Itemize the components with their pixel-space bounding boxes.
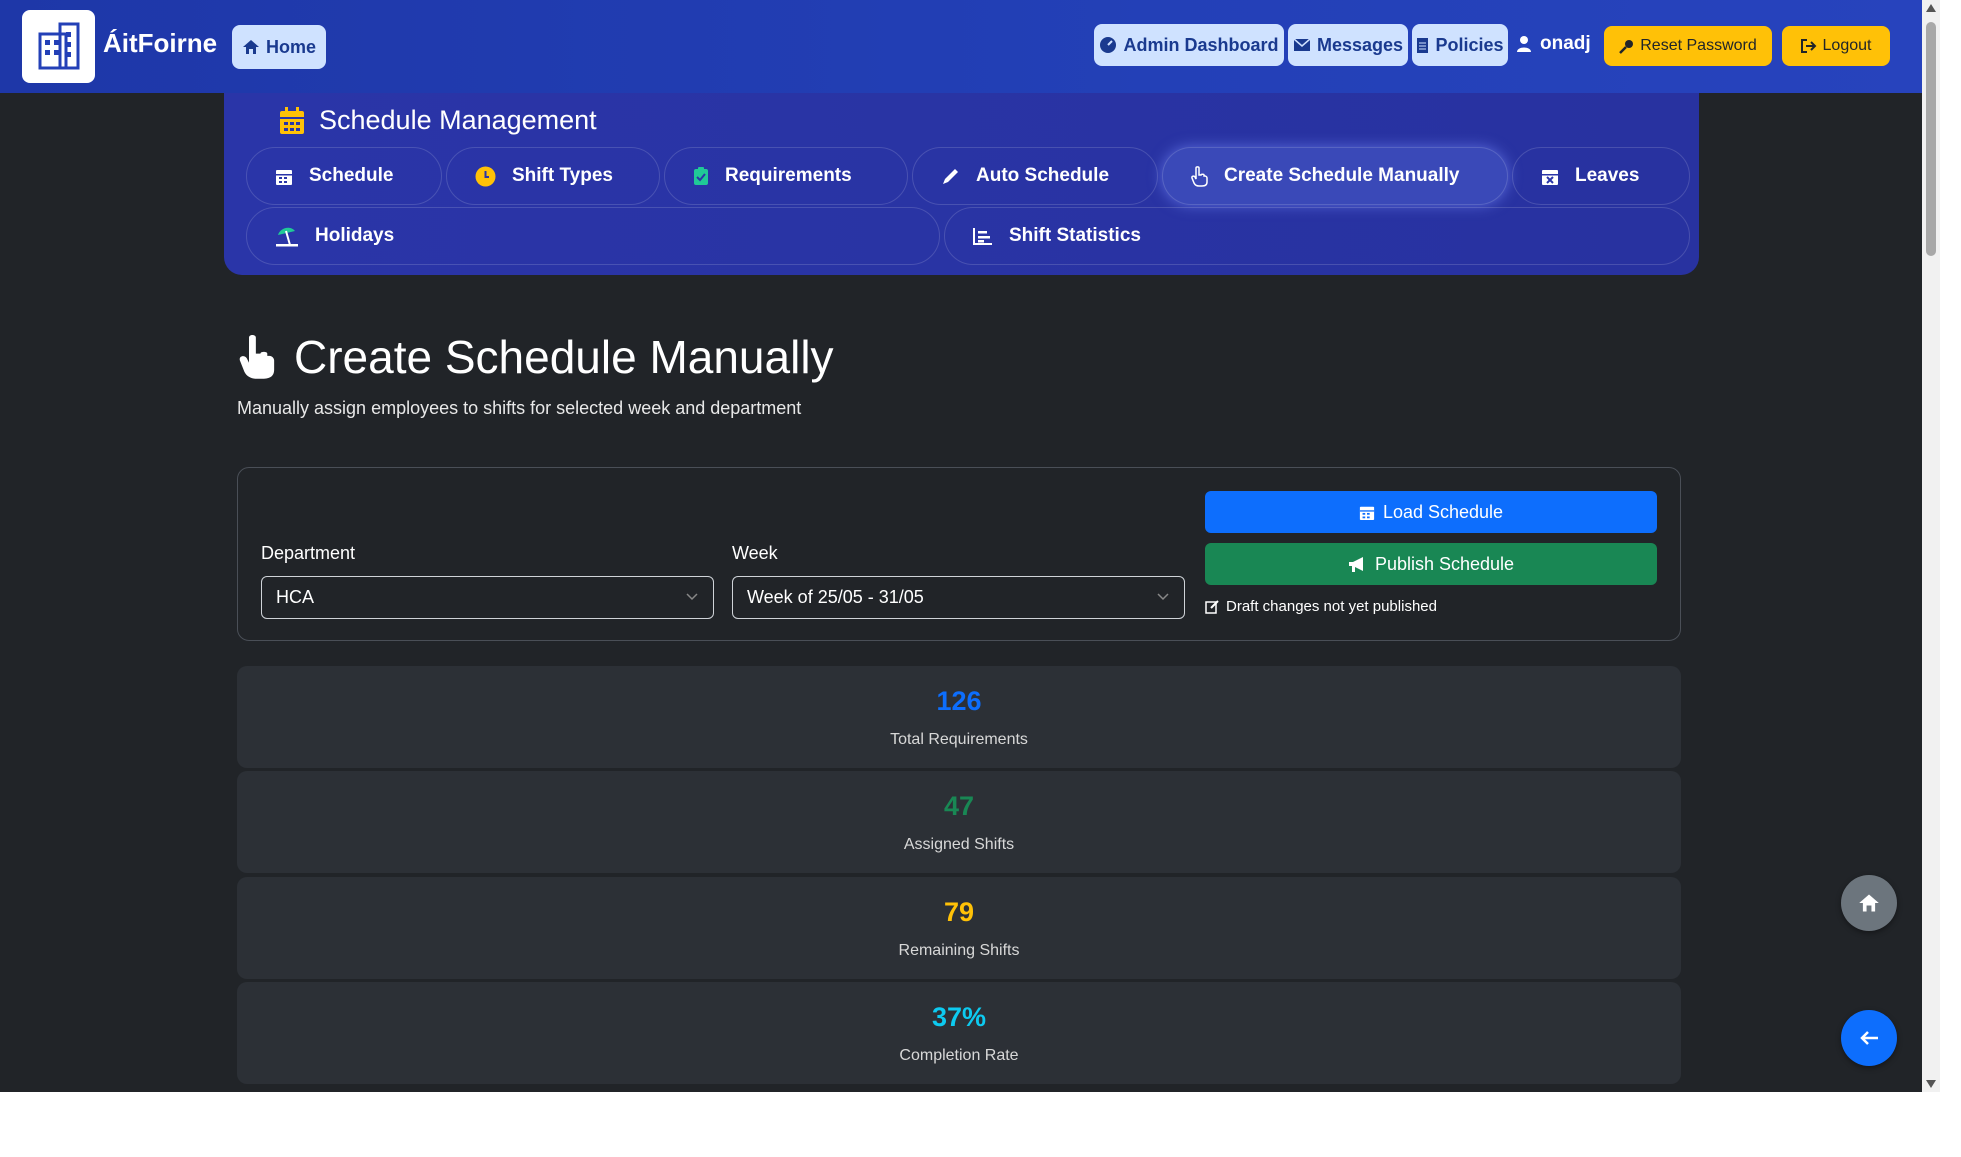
stat-value: 79: [943, 897, 975, 927]
calendar-icon: [1359, 506, 1375, 520]
load-schedule-label: Load Schedule: [1382, 501, 1504, 522]
tab-label: Shift Types: [512, 165, 613, 186]
calendar-x-icon: [1542, 169, 1558, 185]
week-select[interactable]: Week of 25/05 - 31/05: [732, 576, 1185, 619]
stat-total-requirements: 126 Total Requirements: [237, 666, 1681, 768]
document-icon: [1417, 37, 1429, 53]
department-label: Department: [261, 543, 356, 563]
top-navbar: ÁitFoirne Home Admin Dashboard Messages …: [0, 0, 1922, 93]
tab-shift-statistics[interactable]: Shift Statistics: [944, 207, 1690, 265]
tab-label: Create Schedule Manually: [1224, 165, 1460, 186]
stat-value: 126: [936, 686, 982, 716]
chart-bar-icon: [973, 228, 992, 245]
arrow-left-icon: [1860, 1031, 1878, 1045]
admin-dashboard-label: Admin Dashboard: [1123, 34, 1279, 55]
tab-label: Holidays: [315, 225, 395, 246]
user-menu[interactable]: onadj: [1516, 33, 1591, 55]
logout-label: Logout: [1822, 37, 1872, 54]
tab-shift-types[interactable]: Shift Types: [446, 147, 660, 205]
tab-label: Auto Schedule: [976, 165, 1110, 186]
logout-button[interactable]: Logout: [1782, 26, 1890, 66]
tab-requirements[interactable]: Requirements: [664, 147, 908, 205]
tab-schedule[interactable]: Schedule: [246, 147, 442, 205]
stat-value: 37%: [931, 1002, 987, 1032]
tab-label: Leaves: [1575, 165, 1640, 186]
gauge-icon: [1100, 37, 1117, 53]
schedule-management-panel: Schedule Management Schedule Shift Types…: [224, 93, 1699, 275]
key-icon: [1619, 39, 1634, 54]
stat-label: Remaining Shifts: [898, 942, 1020, 959]
reset-password-button[interactable]: Reset Password: [1604, 26, 1772, 66]
page-title-text: Create Schedule Manually: [294, 331, 834, 383]
schedule-management-title: Schedule Management: [279, 105, 597, 136]
home-button[interactable]: Home: [232, 25, 326, 69]
admin-dashboard-button[interactable]: Admin Dashboard: [1094, 24, 1284, 66]
hand-pointer-icon: [239, 335, 275, 379]
policies-label: Policies: [1435, 34, 1504, 55]
calendar-icon: [280, 106, 304, 134]
home-button-label: Home: [265, 36, 316, 57]
stat-label: Assigned Shifts: [903, 836, 1015, 853]
pen-icon: [943, 168, 958, 184]
publish-schedule-label: Publish Schedule: [1374, 553, 1515, 574]
chevron-down-icon: [1157, 593, 1169, 601]
tab-label: Schedule: [309, 165, 394, 186]
floating-back-button[interactable]: [1841, 1010, 1897, 1066]
department-select[interactable]: HCA: [261, 576, 714, 619]
bullhorn-icon: [1348, 556, 1363, 572]
hand-pointer-icon: [1191, 165, 1208, 187]
week-label: Week: [732, 543, 778, 563]
week-value: Week of 25/05 - 31/05: [747, 587, 924, 607]
user-icon: [1517, 36, 1531, 52]
stat-assigned-shifts: 47 Assigned Shifts: [237, 771, 1681, 873]
stat-label: Completion Rate: [899, 1047, 1019, 1064]
clock-icon: [475, 166, 496, 186]
tab-create-schedule-manually[interactable]: Create Schedule Manually: [1162, 147, 1508, 205]
brand-name[interactable]: ÁitFoirne: [103, 28, 217, 59]
load-schedule-button[interactable]: Load Schedule: [1205, 491, 1657, 533]
department-value: HCA: [276, 587, 315, 607]
tab-holidays[interactable]: Holidays: [246, 207, 940, 265]
floating-home-button[interactable]: [1841, 875, 1897, 931]
chevron-down-icon: [686, 593, 698, 601]
stat-label: Total Requirements: [890, 731, 1028, 748]
brand-logo[interactable]: [22, 10, 95, 83]
calendar-icon: [276, 169, 292, 185]
reset-password-label: Reset Password: [1640, 37, 1757, 54]
scroll-down-arrow[interactable]: [1926, 1080, 1936, 1088]
app-viewport: ÁitFoirne Home Admin Dashboard Messages …: [0, 0, 1940, 1092]
policies-button[interactable]: Policies: [1412, 24, 1508, 66]
scroll-thumb[interactable]: [1926, 22, 1936, 256]
tab-leaves[interactable]: Leaves: [1512, 147, 1690, 205]
vertical-scrollbar[interactable]: [1922, 0, 1940, 1092]
username: onadj: [1540, 33, 1591, 54]
messages-label: Messages: [1316, 34, 1404, 55]
envelope-icon: [1293, 38, 1311, 51]
draft-status: Draft changes not yet published: [1205, 598, 1437, 615]
draft-status-text: Draft changes not yet published: [1226, 598, 1437, 615]
page-subtitle: Manually assign employees to shifts for …: [237, 398, 802, 418]
tab-auto-schedule[interactable]: Auto Schedule: [912, 147, 1158, 205]
publish-schedule-button[interactable]: Publish Schedule: [1205, 543, 1657, 585]
stat-remaining-shifts: 79 Remaining Shifts: [237, 877, 1681, 979]
home-icon: [1859, 894, 1879, 912]
page-title: Create Schedule Manually: [236, 330, 834, 384]
tab-label: Requirements: [725, 165, 852, 186]
home-icon: [242, 40, 259, 54]
tab-label: Shift Statistics: [1009, 225, 1141, 246]
edit-icon: [1205, 600, 1219, 614]
umbrella-beach-icon: [276, 227, 298, 247]
stat-value: 47: [943, 791, 975, 821]
schedule-management-label: Schedule Management: [319, 105, 597, 135]
messages-button[interactable]: Messages: [1288, 24, 1408, 66]
logout-icon: [1800, 39, 1816, 53]
scroll-up-arrow[interactable]: [1926, 4, 1936, 12]
clipboard-icon: [694, 167, 708, 185]
building-logo-icon: [38, 22, 79, 69]
stat-completion-rate: 37% Completion Rate: [237, 982, 1681, 1084]
